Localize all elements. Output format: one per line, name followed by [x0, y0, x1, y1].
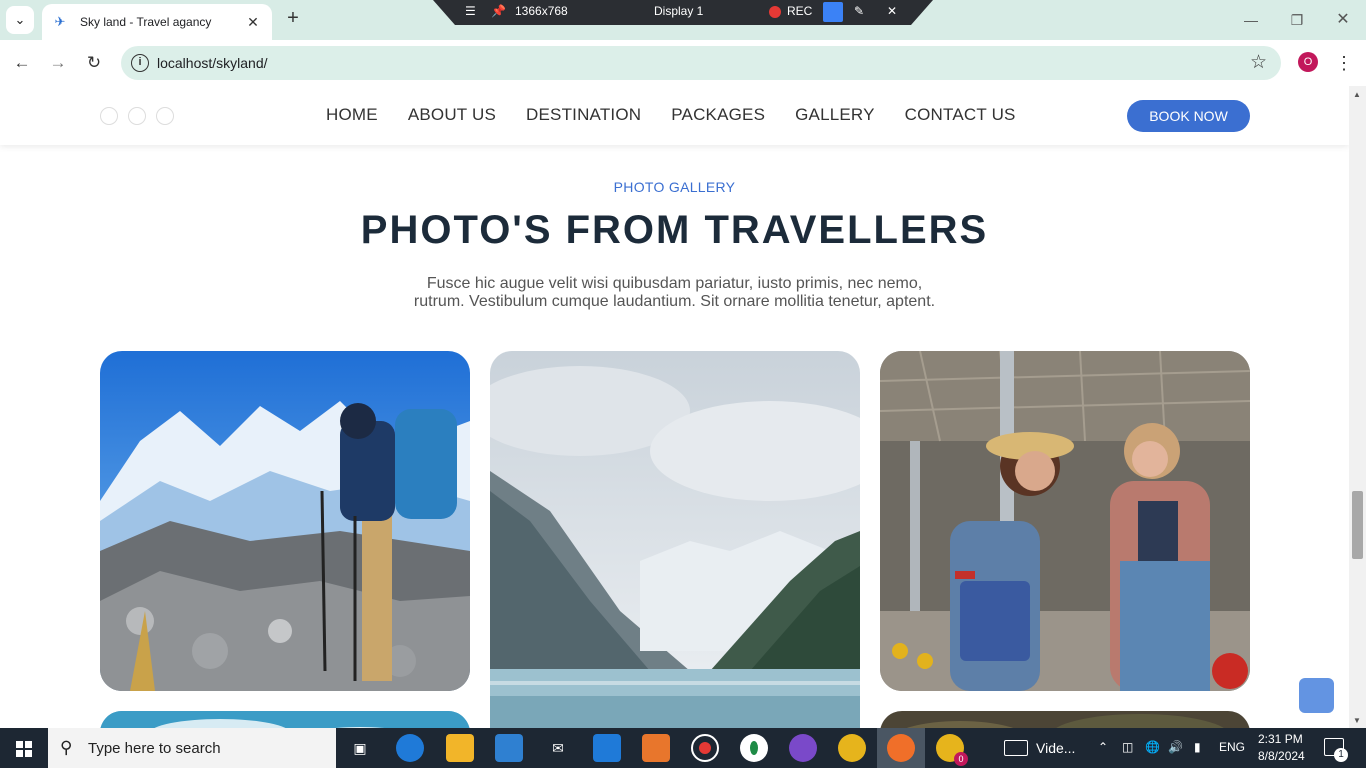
camera-icon[interactable]	[823, 2, 843, 22]
nav-destination[interactable]: DESTINATION	[526, 105, 641, 125]
gallery-title: PHOTO'S FROM TRAVELLERS	[360, 208, 989, 252]
device-icon[interactable]: ◫	[1122, 740, 1133, 754]
edge-icon[interactable]	[396, 734, 424, 762]
nav-gallery[interactable]: GALLERY	[795, 105, 875, 125]
taskbar-active-app[interactable]	[877, 728, 925, 768]
scroll-up-icon[interactable]: ▲	[1353, 90, 1361, 99]
address-bar[interactable]: i localhost/skyland/ ☆	[121, 46, 1281, 80]
gallery-description-line: Fusce hic augue velit wisi quibusdam par…	[426, 275, 923, 292]
page-viewport: HOME ABOUT US DESTINATION PACKAGES GALLE…	[0, 86, 1349, 728]
pin-icon[interactable]: 📌	[491, 4, 506, 18]
tab-title: Sky land - Travel agancy	[80, 15, 212, 29]
gallery-description: Fusce hic augue velit wisi quibusdam par…	[0, 275, 1349, 311]
recorder-resolution: 1366x768	[515, 4, 568, 18]
network-globe-icon[interactable]: 🌐	[1145, 740, 1160, 754]
chevron-up-icon[interactable]: ⌃	[1098, 740, 1108, 754]
gallery-description-line: rutrum. Vestibulum cumque laudantium. Si…	[413, 293, 936, 310]
nav-about-us[interactable]: ABOUT US	[408, 105, 496, 125]
github-icon[interactable]	[789, 734, 817, 762]
travellers-photo-image	[880, 351, 1250, 691]
book-now-button[interactable]: BOOK NOW	[1127, 100, 1250, 132]
record-dot-icon	[699, 742, 711, 754]
gallery-photo-hiker[interactable]	[100, 351, 470, 691]
windows-logo-icon	[16, 741, 32, 757]
screen-recorder-bar: ☰ 📌 1366x768 Display 1 REC ✎ ✕	[433, 0, 933, 25]
clock-date[interactable]: 8/8/2024	[1258, 749, 1305, 763]
nav-contact-us[interactable]: CONTACT US	[905, 105, 1016, 125]
profile-avatar[interactable]: O	[1298, 52, 1318, 72]
start-button[interactable]	[0, 728, 48, 768]
tab-search-button[interactable]: ⌄	[6, 6, 34, 34]
nav-packages[interactable]: PACKAGES	[671, 105, 765, 125]
chevron-down-icon: ⌄	[14, 12, 26, 27]
close-icon[interactable]: ✕	[887, 4, 897, 18]
browser-tab[interactable]: ✈ Sky land - Travel agancy ✕	[42, 4, 272, 40]
url-text[interactable]: localhost/skyland/	[157, 55, 268, 71]
notification-count: 1	[1334, 748, 1348, 762]
site-info-icon[interactable]: i	[131, 54, 149, 72]
recorder-app-icon[interactable]	[691, 734, 719, 762]
gallery-eyebrow: PHOTO GALLERY	[613, 179, 736, 195]
reload-button[interactable]: ↻	[81, 50, 107, 76]
bookmark-star-icon[interactable]: ☆	[1250, 51, 1267, 74]
menu-icon[interactable]: ☰	[465, 4, 476, 18]
row2-right-photo-image	[880, 711, 1250, 728]
social-dot-icon[interactable]	[100, 107, 118, 125]
gallery-photo-row2-left[interactable]	[100, 711, 470, 728]
scroll-thumb[interactable]	[1352, 491, 1363, 559]
gallery-photo-travellers[interactable]	[880, 351, 1250, 691]
page-scrollbar[interactable]: ▲ ▼	[1349, 86, 1366, 728]
social-dot-icon[interactable]	[128, 107, 146, 125]
pen-icon[interactable]: ✎	[854, 4, 864, 18]
row2-left-photo-image	[100, 711, 470, 728]
browser-tab-strip: ⌄ ✈ Sky land - Travel agancy ✕ + ☰ 📌 136…	[0, 0, 1366, 40]
task-view-icon[interactable]: ▣	[346, 734, 374, 762]
gallery-photo-lake[interactable]	[490, 351, 860, 728]
leaf-icon	[750, 741, 758, 755]
video-app-label[interactable]: Vide...	[1036, 740, 1075, 756]
minimize-button[interactable]: —	[1236, 8, 1266, 32]
taskbar-search-box[interactable]: ⚲ Type here to search	[48, 728, 336, 768]
browser-toolbar: ← → ↻ i localhost/skyland/ ☆	[0, 40, 1366, 86]
airplane-icon: ✈	[54, 14, 66, 29]
nav-home[interactable]: HOME	[326, 105, 378, 125]
site-header: HOME ABOUT US DESTINATION PACKAGES GALLE…	[0, 86, 1349, 145]
restore-button[interactable]: ❐	[1282, 8, 1312, 32]
chrome-profile-icon[interactable]: 0	[936, 734, 968, 766]
gallery-photo-row2-right[interactable]	[880, 711, 1250, 728]
lake-photo-image	[490, 351, 860, 728]
recorder-rec-label[interactable]: REC	[787, 4, 812, 18]
browser-menu-icon[interactable]: ⋮	[1334, 50, 1354, 76]
close-tab-icon[interactable]: ✕	[244, 14, 262, 31]
record-dot-icon	[769, 6, 781, 18]
chrome-icon[interactable]	[838, 734, 866, 762]
battery-icon[interactable]: ▮	[1194, 740, 1201, 754]
recorder-display[interactable]: Display 1	[654, 4, 703, 18]
volume-icon[interactable]: 🔊	[1168, 740, 1183, 754]
back-button[interactable]: ←	[9, 50, 35, 76]
microsoft-store-icon[interactable]	[495, 734, 523, 762]
new-tab-button[interactable]: +	[282, 8, 304, 30]
mail-icon[interactable]: ✉	[544, 734, 572, 762]
forward-button[interactable]: →	[45, 50, 71, 76]
search-placeholder: Type here to search	[88, 740, 221, 757]
search-icon: ⚲	[60, 738, 73, 757]
vscode-icon[interactable]	[593, 734, 621, 762]
postman-icon	[887, 734, 915, 762]
video-app-icon[interactable]	[1004, 740, 1028, 756]
file-explorer-icon[interactable]	[446, 734, 474, 762]
language-indicator[interactable]: ENG	[1219, 740, 1245, 754]
back-to-top-button[interactable]	[1299, 678, 1334, 713]
hiker-photo-image	[100, 351, 470, 691]
main-nav: HOME ABOUT US DESTINATION PACKAGES GALLE…	[326, 105, 1016, 125]
xampp-icon[interactable]	[642, 734, 670, 762]
scroll-down-icon[interactable]: ▼	[1353, 716, 1361, 725]
windows-taskbar: ⚲ Type here to search ▣ ✉ 0 Vide... ⌃ ◫ …	[0, 728, 1366, 768]
chrome-badge: 0	[954, 752, 968, 766]
window-close-button[interactable]: ✕	[1328, 8, 1358, 32]
mongodb-icon[interactable]	[740, 734, 768, 762]
social-dot-icon[interactable]	[156, 107, 174, 125]
clock-time[interactable]: 2:31 PM	[1258, 732, 1303, 746]
